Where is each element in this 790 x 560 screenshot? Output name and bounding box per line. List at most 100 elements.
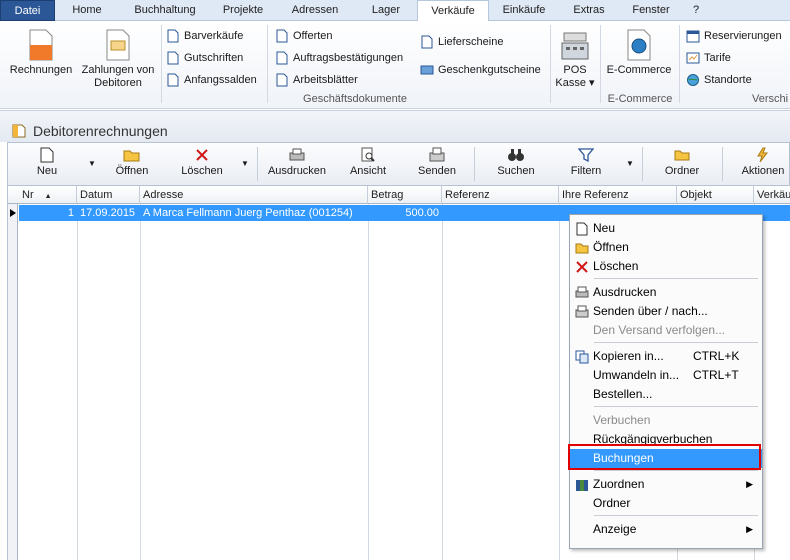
offerten-label: Offerten [293, 30, 333, 42]
zahlungen-button[interactable]: Zahlungen von Debitoren [77, 29, 159, 90]
suchen-label: Suchen [497, 165, 535, 177]
copy-icon [575, 350, 589, 364]
aktionen-button[interactable]: Aktionen [738, 147, 788, 177]
anfangssalden-button[interactable]: Anfangssalden [166, 71, 257, 89]
arbeitsblaetter-button[interactable]: Arbeitsblätter [275, 71, 358, 89]
ansicht-button[interactable]: Ansicht [346, 147, 390, 177]
header-verkaeufer[interactable]: Verkäu [754, 186, 790, 204]
rechnungen-button[interactable]: Rechnungen [6, 29, 76, 77]
ctx-neu[interactable]: Neu [570, 219, 762, 238]
cell-datum: 17.09.2015 [80, 207, 136, 219]
pos-label-2: Kasse ▾ [555, 77, 595, 89]
menu-verkaeufe[interactable]: Verkäufe [417, 0, 489, 22]
geschenkgutscheine-label: Geschenkgutscheine [438, 64, 541, 76]
submenu-arrow-icon: ▶ [746, 479, 753, 489]
offerten-button[interactable]: Offerten [275, 27, 333, 45]
submenu-arrow-icon: ▶ [746, 524, 753, 534]
ctx-senden[interactable]: Senden über / nach... [570, 302, 762, 321]
gutschriften-label: Gutschriften [184, 52, 244, 64]
ordner-label: Ordner [664, 165, 700, 177]
header-datum[interactable]: Datum [77, 186, 140, 204]
open-folder-icon [575, 243, 589, 254]
header-objekt[interactable]: Objekt [677, 186, 754, 204]
auftragsbestaetigungen-button[interactable]: Auftragsbestätigungen [275, 49, 403, 67]
suchen-button[interactable]: Suchen [494, 147, 538, 177]
window-title: Debitorenrechnungen [33, 123, 168, 139]
binoculars-icon [508, 149, 524, 161]
ctx-kopieren[interactable]: Kopieren in... CTRL+K [570, 347, 762, 366]
menu-help[interactable]: ? [683, 0, 709, 21]
neu-button[interactable]: Neu [30, 147, 64, 177]
ctx-anzeige[interactable]: Anzeige ▶ [570, 520, 762, 539]
geschenkgutscheine-button[interactable]: Geschenkgutscheine [420, 61, 541, 79]
header-adresse[interactable]: Adresse [140, 186, 368, 204]
ecommerce-label: E-Commerce [606, 64, 672, 76]
header-ihre-referenz[interactable]: Ihre Referenz [559, 186, 677, 204]
new-document-icon [576, 222, 588, 236]
pos-label-1: POS [563, 64, 587, 76]
cell-betrag: 500.00 [405, 207, 439, 219]
ordner-button[interactable]: Ordner [660, 147, 704, 177]
menu-extras[interactable]: Extras [559, 0, 619, 21]
pos-kasse-button[interactable]: POS Kasse ▾ [553, 29, 597, 90]
oeffnen-button[interactable]: Öffnen [112, 147, 152, 177]
ausdrucken-label: Ausdrucken [267, 165, 327, 177]
tariff-icon [686, 52, 700, 64]
send-fax-icon [575, 305, 589, 318]
neu-label: Neu [36, 165, 58, 177]
ctx-ausdrucken[interactable]: Ausdrucken [570, 283, 762, 302]
cell-adresse: A Marca Fellmann Juerg Penthaz (001254) [143, 207, 353, 219]
ausdrucken-button[interactable]: Ausdrucken [264, 147, 330, 177]
filtern-label: Filtern [570, 165, 602, 177]
barverkaeufe-button[interactable]: Barverkäufe [166, 27, 243, 45]
ctx-loeschen[interactable]: Löschen [570, 257, 762, 276]
reservierungen-button[interactable]: Reservierungen [686, 27, 782, 45]
ctx-umwandeln[interactable]: Umwandeln in... CTRL+T [570, 366, 762, 385]
new-document-icon [40, 147, 54, 163]
ctx-zuordnen[interactable]: Zuordnen ▶ [570, 475, 762, 494]
standorte-button[interactable]: Standorte [686, 71, 752, 89]
ctx-bestellen[interactable]: Bestellen... [570, 385, 762, 404]
filter-funnel-icon [578, 148, 594, 163]
printer-icon [575, 286, 589, 298]
loeschen-dropdown-arrow[interactable]: ▼ [241, 159, 249, 168]
tarife-label: Tarife [704, 52, 731, 64]
lieferscheine-label: Lieferscheine [438, 36, 504, 48]
delete-x-icon [196, 149, 208, 161]
header-referenz[interactable]: Referenz [442, 186, 559, 204]
grid-header: Nr ▲ Datum Adresse Betrag Referenz Ihre … [8, 186, 790, 204]
ctx-oeffnen[interactable]: Öffnen [570, 238, 762, 257]
tarife-button[interactable]: Tarife [686, 49, 731, 67]
filtern-dropdown-arrow[interactable]: ▼ [626, 159, 634, 168]
cash-register-icon [561, 32, 589, 60]
gutschriften-button[interactable]: Gutschriften [166, 49, 243, 67]
menu-projekte[interactable]: Projekte [211, 0, 275, 21]
senden-button[interactable]: Senden [414, 147, 460, 177]
neu-dropdown-arrow[interactable]: ▼ [88, 159, 96, 168]
group-label-verschiedenes: Verschi [752, 93, 789, 105]
senden-label: Senden [418, 165, 456, 177]
lightning-actions-icon [757, 147, 769, 163]
header-betrag[interactable]: Betrag [368, 186, 442, 204]
menu-lager[interactable]: Lager [355, 0, 417, 21]
barverkaeufe-label: Barverkäufe [184, 30, 244, 42]
ecommerce-button[interactable]: E-Commerce [603, 29, 675, 77]
menu-home[interactable]: Home [55, 0, 119, 21]
menu-einkaeufe[interactable]: Einkäufe [489, 0, 559, 21]
filtern-button[interactable]: Filtern [566, 147, 606, 177]
document-window-header: Debitorenrechnungen [0, 110, 790, 142]
ctx-ordner[interactable]: Ordner [570, 494, 762, 513]
cell-nr: 1 [67, 207, 74, 219]
rechnungen-label: Rechnungen [9, 64, 73, 76]
anfangssalden-label: Anfangssalden [184, 74, 257, 86]
document-icon [276, 51, 288, 65]
menu-adressen[interactable]: Adressen [275, 0, 355, 21]
loeschen-button[interactable]: Löschen [178, 147, 226, 177]
context-menu: Neu Öffnen Löschen Ausdrucken Senden übe… [569, 214, 763, 549]
menu-fenster[interactable]: Fenster [619, 0, 683, 21]
menu-buchhaltung[interactable]: Buchhaltung [119, 0, 211, 21]
menu-datei[interactable]: Datei [0, 0, 55, 21]
lieferscheine-button[interactable]: Lieferscheine [420, 33, 503, 51]
header-nr[interactable]: Nr ▲ [19, 186, 77, 204]
open-folder-icon [123, 150, 140, 162]
